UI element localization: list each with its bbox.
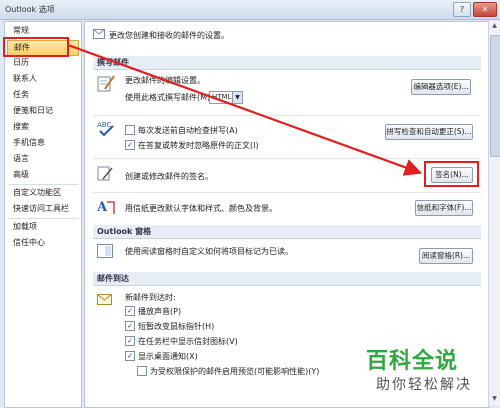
watermark-subtitle: 助你轻松解决 — [376, 377, 472, 393]
watermark-title: 百科全说 — [366, 349, 459, 374]
